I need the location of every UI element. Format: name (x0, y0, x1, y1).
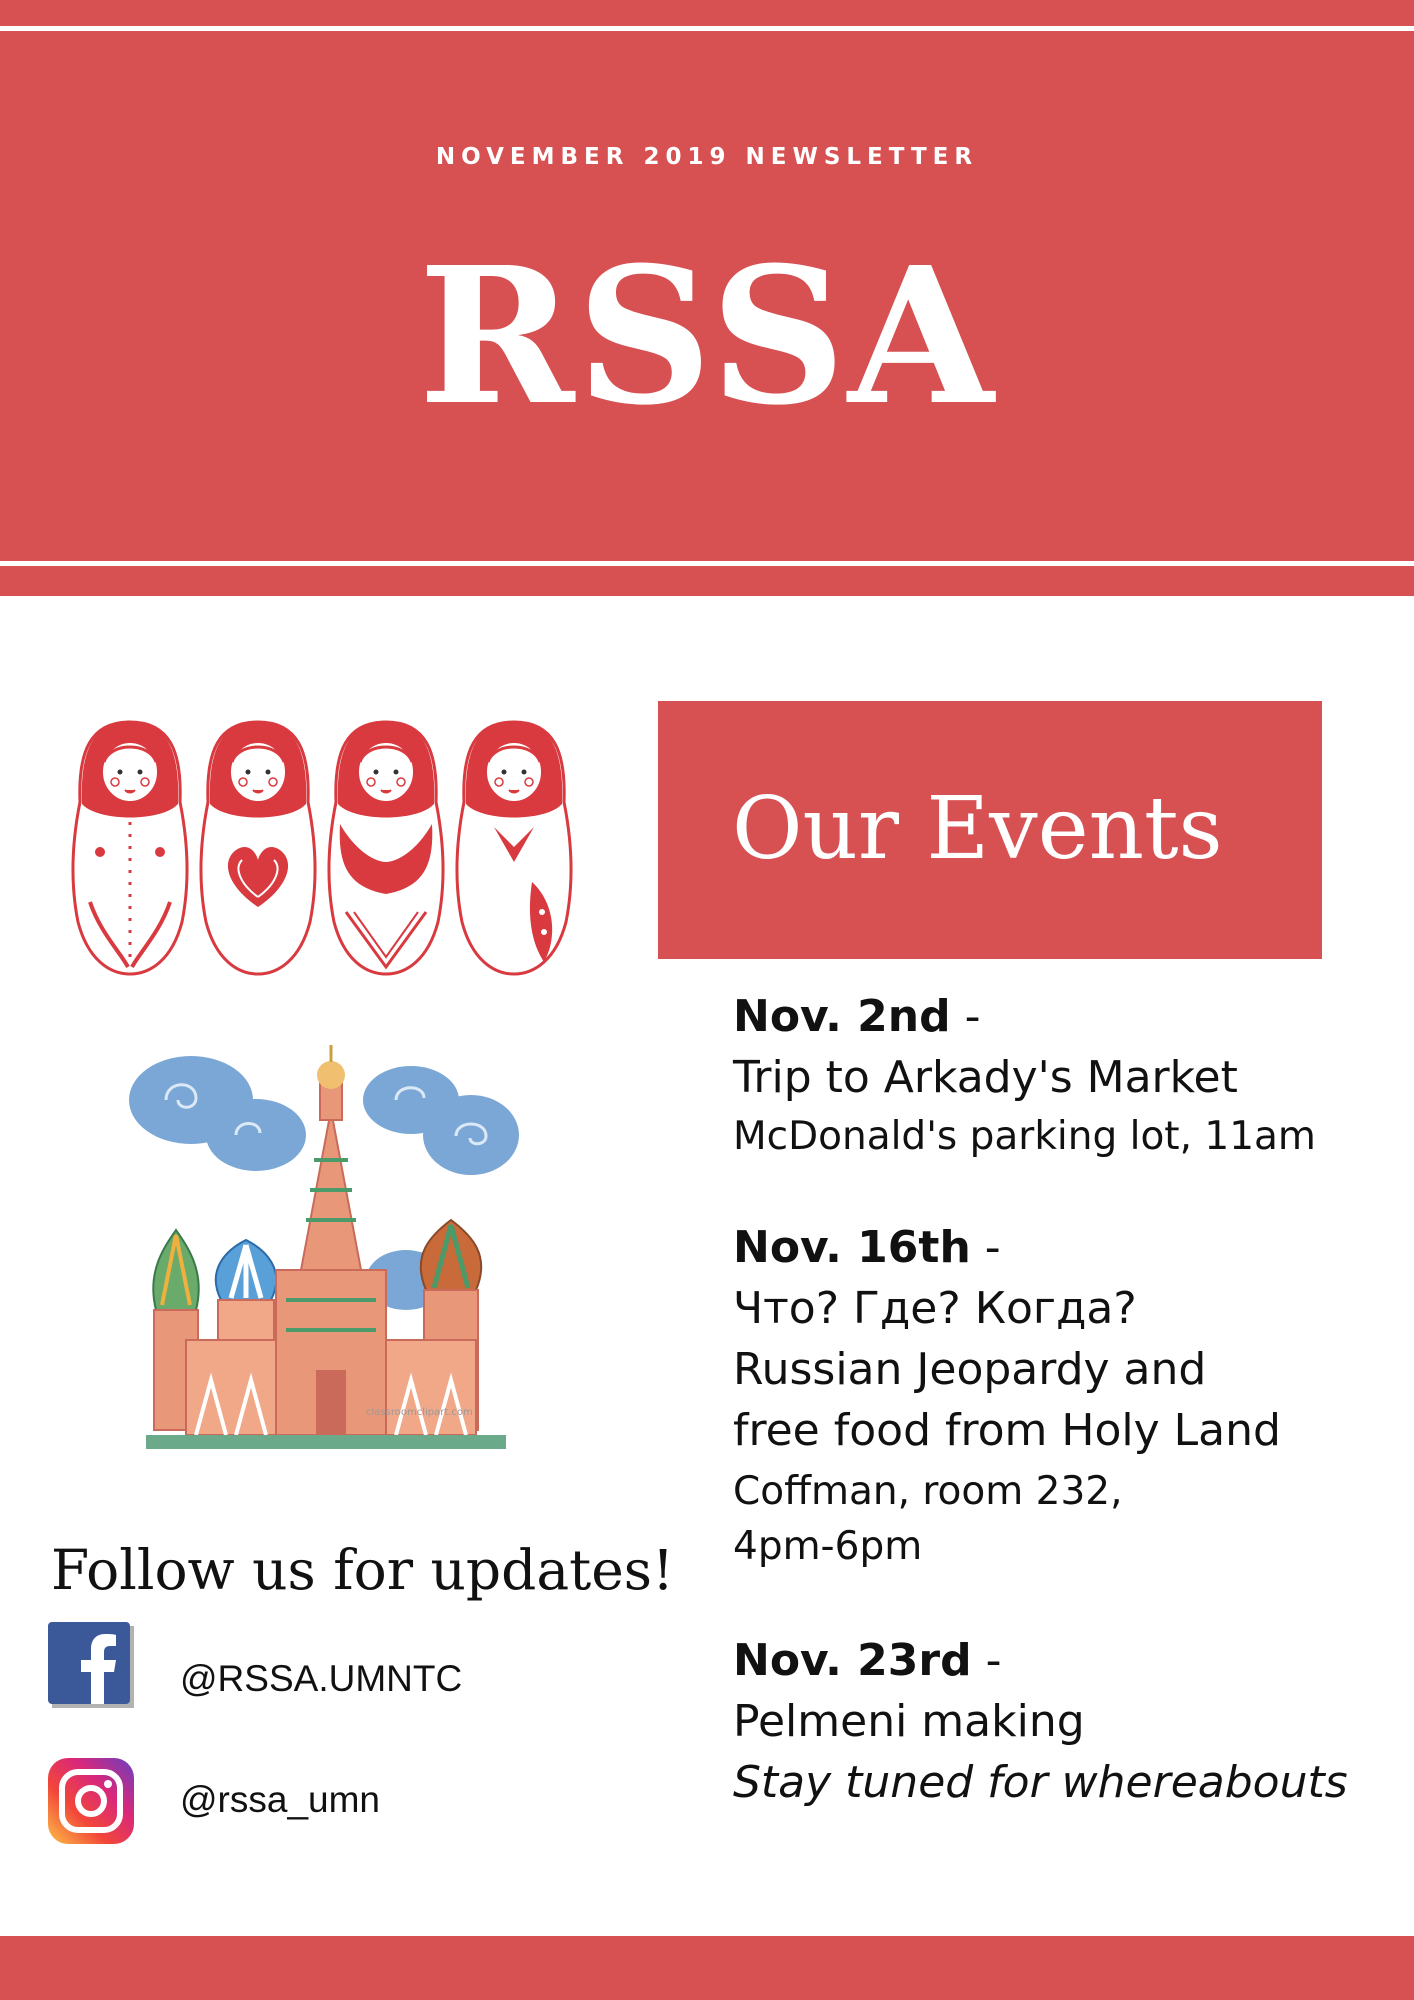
footer-bar (0, 1936, 1414, 2000)
instagram-handle[interactable]: @rssa_umn (180, 1779, 380, 1821)
event-2-location: Coffman, room 232, (733, 1469, 1123, 1514)
matryoshka-dolls-illustration (70, 712, 580, 982)
doll-2 (199, 720, 317, 976)
event-2-title-line-1: Что? Где? Когда? (733, 1283, 1137, 1334)
facebook-handle[interactable]: @RSSA.UMNTC (180, 1658, 462, 1700)
event-2-date: Nov. 16th (733, 1222, 971, 1273)
newsletter-subtitle: NOVEMBER 2019 NEWSLETTER (435, 144, 979, 170)
event-2-date-line: Nov. 16th - (733, 1217, 1001, 1278)
header-top-rule (0, 26, 1414, 31)
event-2-title-line-2: Russian Jeopardy and (733, 1344, 1207, 1395)
cloud-left-icon (129, 1056, 306, 1171)
facebook-icon[interactable] (48, 1622, 134, 1708)
event-1-separator: - (950, 991, 981, 1042)
header-bottom-rule (0, 561, 1414, 566)
follow-heading: Follow us for updates! (51, 1538, 675, 1602)
cloud-right-icon (363, 1066, 519, 1175)
event-3-date: Nov. 23rd (733, 1635, 972, 1686)
clipart-watermark: classroomclipart.com (366, 1407, 473, 1418)
event-3-title: Pelmeni making (733, 1696, 1085, 1747)
event-1-title: Trip to Arkady's Market (733, 1052, 1238, 1103)
doll-4 (455, 720, 573, 976)
event-3-date-line: Nov. 23rd - (733, 1630, 1001, 1691)
events-heading-box: Our Events (658, 701, 1322, 959)
newsletter-title: RSSA (418, 226, 996, 447)
event-3-note: Stay tuned for whereabouts (733, 1757, 1348, 1808)
event-3-separator: - (971, 1635, 1002, 1686)
events-heading: Our Events (732, 779, 1223, 879)
event-1-date: Nov. 2nd (733, 991, 951, 1042)
event-1-date-line: Nov. 2nd - (733, 986, 981, 1047)
doll-3 (327, 720, 445, 976)
doll-1 (71, 720, 189, 976)
instagram-icon[interactable] (48, 1758, 134, 1844)
event-2-title-line-3: free food from Holy Land (733, 1405, 1281, 1456)
event-1-location: McDonald's parking lot, 11am (733, 1114, 1316, 1159)
newsletter-header: NOVEMBER 2019 NEWSLETTER RSSA (0, 0, 1414, 596)
st-basils-cathedral-illustration: classroomclipart.com (126, 1040, 526, 1476)
event-2-time: 4pm-6pm (733, 1524, 923, 1569)
event-2-separator: - (970, 1222, 1001, 1273)
